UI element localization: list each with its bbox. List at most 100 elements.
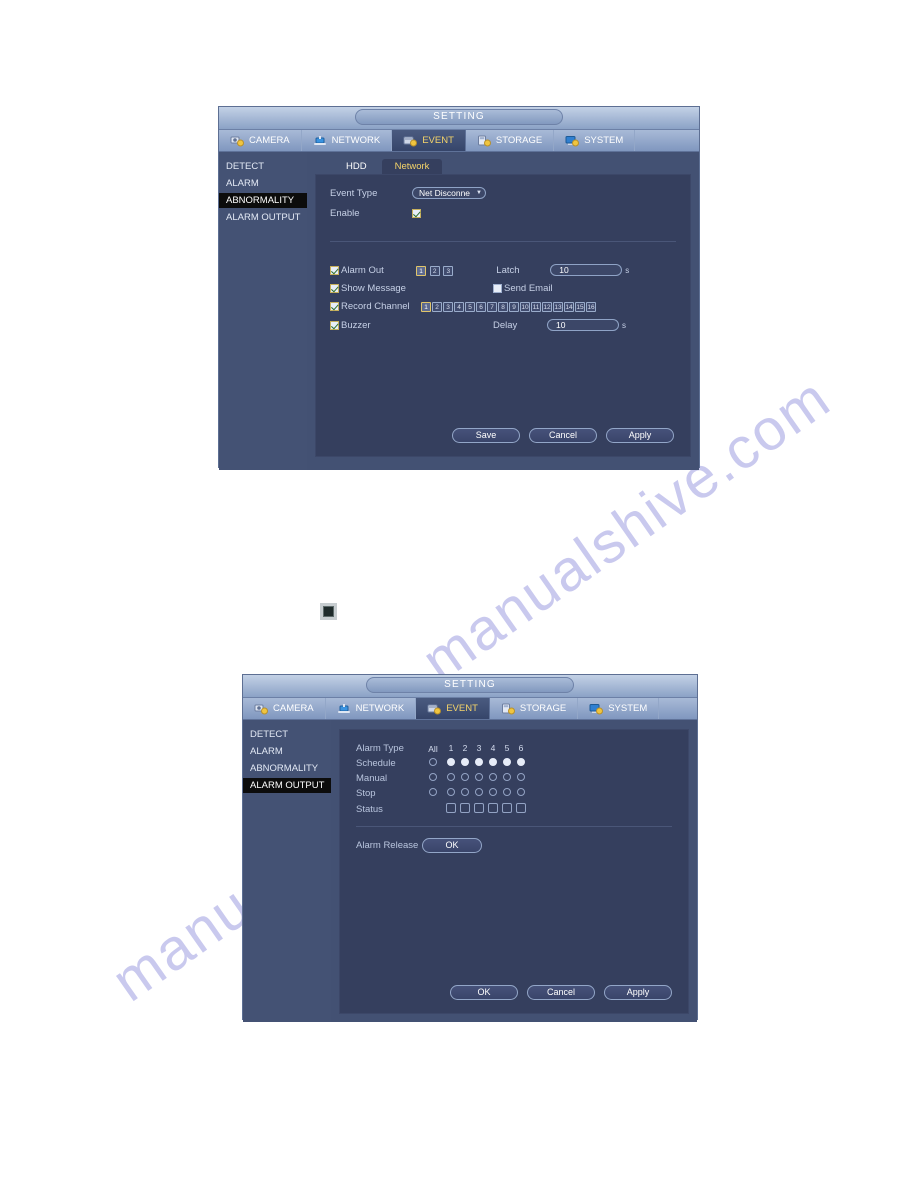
matrix-radio[interactable]	[489, 758, 497, 766]
delay-input[interactable]: 10	[547, 319, 619, 331]
matrix-all-cell[interactable]	[422, 758, 444, 769]
matrix-radio[interactable]	[447, 758, 455, 766]
matrix-radio[interactable]	[517, 773, 525, 781]
matrix-radio[interactable]	[461, 773, 469, 781]
record-channel-box[interactable]: 13	[553, 302, 563, 312]
matrix-cell[interactable]	[486, 788, 500, 799]
buzzer-checkbox[interactable]	[330, 320, 339, 330]
record-channel-box[interactable]: 8	[498, 302, 508, 312]
matrix-cell[interactable]	[486, 803, 500, 816]
matrix-cell[interactable]	[444, 788, 458, 799]
event-type-select[interactable]: Net Disconne ▼	[412, 187, 486, 199]
matrix-cell[interactable]	[486, 773, 500, 784]
cancel-button[interactable]: Cancel	[529, 428, 597, 443]
matrix-cell[interactable]	[500, 758, 514, 769]
matrix-radio[interactable]	[503, 758, 511, 766]
sidebar-item-alarm-output-2[interactable]: ALARM OUTPUT	[243, 778, 331, 793]
alarm-out-channel[interactable]: 1	[416, 265, 426, 276]
sidebar-item-alarm-2[interactable]: ALARM	[243, 744, 331, 759]
matrix-cell[interactable]	[472, 773, 486, 784]
matrix-radio[interactable]	[489, 788, 497, 796]
matrix-radio[interactable]	[461, 788, 469, 796]
matrix-radio[interactable]	[517, 758, 525, 766]
alarm-out-channel[interactable]: 2	[429, 265, 440, 276]
matrix-cell[interactable]	[514, 758, 528, 769]
matrix-radio[interactable]	[475, 758, 483, 766]
latch-input[interactable]: 10	[550, 264, 623, 276]
apply-button[interactable]: Apply	[606, 428, 674, 443]
matrix-cell[interactable]	[514, 788, 528, 799]
tab-camera[interactable]: CAMERA	[219, 130, 302, 151]
sidebar-item-abnormality-2[interactable]: ABNORMALITY	[243, 761, 331, 776]
enable-checkbox[interactable]	[412, 209, 421, 218]
record-channel-box[interactable]: 4	[454, 302, 464, 312]
matrix-cell[interactable]	[472, 803, 486, 816]
record-channel-box[interactable]: 10	[520, 302, 530, 312]
matrix-radio[interactable]	[475, 773, 483, 781]
sidebar-item-abnormality[interactable]: ABNORMALITY	[219, 193, 307, 208]
matrix-all-cell[interactable]	[422, 773, 444, 784]
matrix-all-radio[interactable]	[429, 758, 437, 766]
cancel-button-2[interactable]: Cancel	[527, 985, 595, 1000]
record-channel-box[interactable]: 16	[586, 302, 596, 312]
record-channel-box[interactable]: 14	[564, 302, 574, 312]
tab-system[interactable]: SYSTEM	[554, 130, 636, 151]
matrix-all-cell[interactable]	[422, 788, 444, 799]
matrix-cell[interactable]	[444, 803, 458, 816]
inner-tab-hdd[interactable]: HDD	[333, 159, 380, 174]
matrix-cell[interactable]	[458, 758, 472, 769]
matrix-radio[interactable]	[517, 788, 525, 796]
matrix-cell[interactable]	[444, 758, 458, 769]
alarm-out-channel[interactable]: 3	[443, 265, 454, 276]
record-channel-box[interactable]: 9	[509, 302, 519, 312]
matrix-radio[interactable]	[489, 773, 497, 781]
record-channel-box[interactable]: 2	[432, 302, 442, 312]
sidebar-item-alarm[interactable]: ALARM	[219, 176, 307, 191]
matrix-radio[interactable]	[475, 788, 483, 796]
tab-camera-2[interactable]: CAMERA	[243, 698, 326, 719]
sidebar-item-detect[interactable]: DETECT	[219, 159, 307, 174]
matrix-cell[interactable]	[500, 803, 514, 816]
matrix-radio[interactable]	[503, 773, 511, 781]
record-channel-box[interactable]: 5	[465, 302, 475, 312]
inner-tab-network[interactable]: Network	[381, 159, 443, 174]
record-channel-checkbox[interactable]	[330, 302, 339, 311]
matrix-cell[interactable]	[444, 773, 458, 784]
alarm-release-ok-button[interactable]: OK	[422, 838, 482, 853]
sidebar-item-alarm-output[interactable]: ALARM OUTPUT	[219, 210, 307, 225]
matrix-cell[interactable]	[458, 803, 472, 816]
apply-button-2[interactable]: Apply	[604, 985, 672, 1000]
record-channel-box[interactable]: 7	[487, 302, 497, 312]
tab-event-2[interactable]: EVENT	[416, 698, 490, 719]
show-message-checkbox[interactable]	[330, 284, 339, 293]
matrix-radio[interactable]	[447, 773, 455, 781]
matrix-cell[interactable]	[500, 773, 514, 784]
matrix-cell[interactable]	[514, 773, 528, 784]
send-email-checkbox[interactable]	[493, 284, 502, 293]
record-channel-box[interactable]: 1	[421, 302, 431, 312]
tab-network[interactable]: NETWORK	[302, 130, 393, 151]
ok-button[interactable]: OK	[450, 985, 518, 1000]
matrix-all-radio[interactable]	[429, 788, 437, 796]
record-channel-box[interactable]: 12	[542, 302, 552, 312]
matrix-cell[interactable]	[500, 788, 514, 799]
matrix-cell[interactable]	[472, 788, 486, 799]
record-channel-box[interactable]: 15	[575, 302, 585, 312]
matrix-cell[interactable]	[486, 758, 500, 769]
matrix-cell[interactable]	[514, 803, 528, 816]
matrix-cell[interactable]	[458, 788, 472, 799]
matrix-all-radio[interactable]	[429, 773, 437, 781]
record-channel-box[interactable]: 3	[443, 302, 453, 312]
sidebar-item-detect-2[interactable]: DETECT	[243, 727, 331, 742]
tab-storage[interactable]: STORAGE	[466, 130, 555, 151]
save-button[interactable]: Save	[452, 428, 520, 443]
matrix-radio[interactable]	[503, 788, 511, 796]
matrix-radio[interactable]	[461, 758, 469, 766]
matrix-cell[interactable]	[472, 758, 486, 769]
tab-system-2[interactable]: SYSTEM	[578, 698, 660, 719]
matrix-cell[interactable]	[458, 773, 472, 784]
alarm-out-checkbox[interactable]	[330, 265, 339, 275]
record-channel-box[interactable]: 6	[476, 302, 486, 312]
tab-storage-2[interactable]: STORAGE	[490, 698, 579, 719]
matrix-radio[interactable]	[447, 788, 455, 796]
